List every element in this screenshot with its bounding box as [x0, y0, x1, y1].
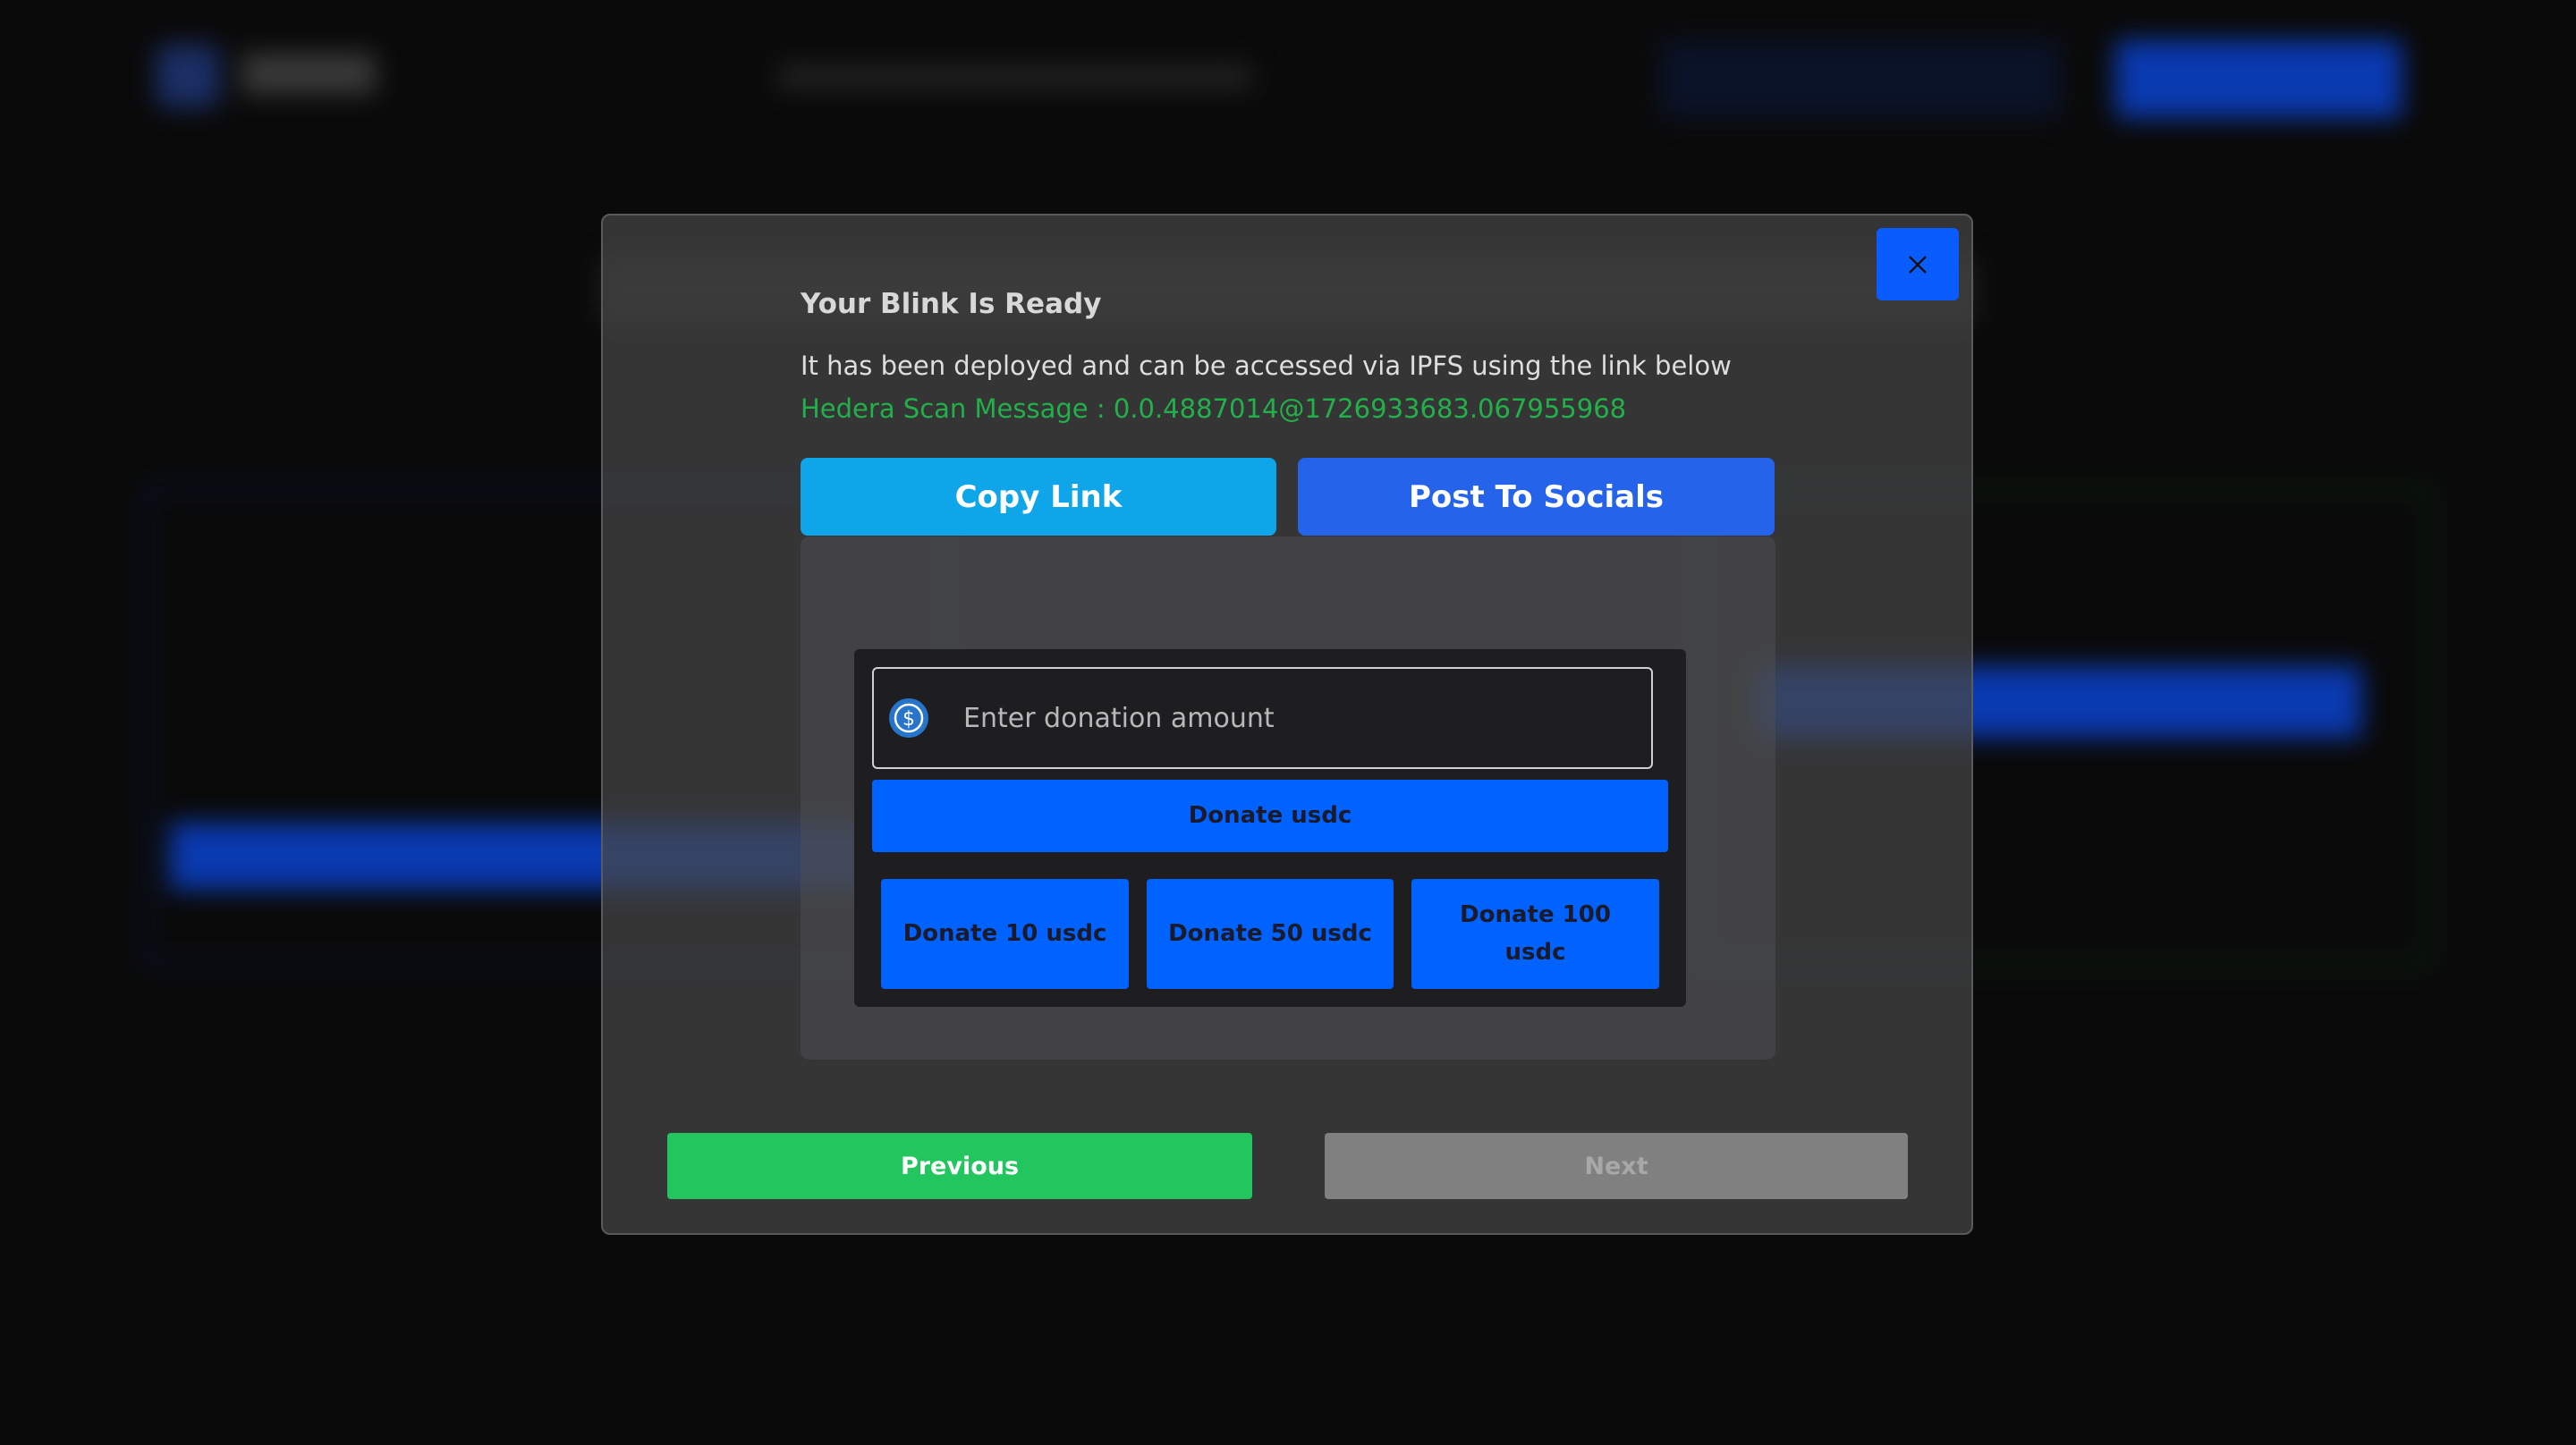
donate-100-button[interactable]: Donate 100 usdc: [1411, 879, 1659, 989]
network-selector: [1659, 40, 2062, 118]
copy-link-button[interactable]: Copy Link: [801, 458, 1276, 536]
donate-10-button[interactable]: Donate 10 usdc: [881, 879, 1129, 989]
donate-usdc-button[interactable]: Donate usdc: [872, 780, 1668, 852]
close-icon: [1909, 255, 1927, 274]
post-to-socials-button[interactable]: Post To Socials: [1298, 458, 1775, 536]
donation-amount-input[interactable]: [963, 702, 1589, 734]
connect-button: [2115, 40, 2402, 118]
usdc-icon: $: [889, 698, 928, 738]
close-button[interactable]: [1877, 228, 1959, 300]
next-button[interactable]: Next: [1325, 1133, 1908, 1199]
nav-links: [778, 64, 1252, 89]
modal-description: It has been deployed and can be accessed…: [801, 351, 1732, 381]
donate-50-button[interactable]: Donate 50 usdc: [1147, 879, 1394, 989]
donation-amount-field[interactable]: $: [872, 667, 1653, 769]
modal-title: Your Blink Is Ready: [801, 288, 1102, 320]
hedera-scan-message[interactable]: Hedera Scan Message : 0.0.4887014@172693…: [801, 393, 1626, 424]
svg-text:$: $: [902, 708, 915, 731]
logo: [157, 45, 219, 107]
previous-button[interactable]: Previous: [667, 1133, 1252, 1199]
brand-name: [242, 54, 376, 94]
